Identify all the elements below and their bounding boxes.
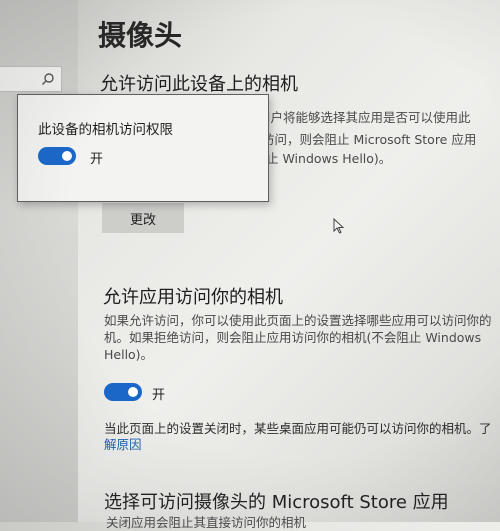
page-title: 摄像头 [98,19,183,52]
toggle-knob [128,387,138,397]
popup-title: 此设备的相机访问权限 [38,122,173,138]
app-access-toggle[interactable] [104,383,142,401]
device-access-text-line: 访问，则会阻止 Microsoft Store 应用 [262,132,477,147]
desktop-apps-notice: 当此页面上的设置关闭时，某些桌面应用可能仍可以访问你的相机。了 [104,421,492,436]
mouse-pointer-icon [333,218,345,234]
learn-why-link[interactable]: 解原因 [104,434,142,453]
change-button[interactable]: 更改 [102,203,184,233]
search-icon[interactable] [41,72,55,86]
device-access-text-line: 用户将能够选择其应用是否可以使用此 [258,110,471,125]
navigation-pane [0,0,78,522]
app-access-toggle-state: 开 [152,388,166,403]
app-access-text-line: 机。如果拒绝访问，则会阻止应用访问你的相机(不会阻止 Windows [104,330,482,345]
app-access-heading: 允许应用访问你的相机 [103,287,283,308]
toggle-knob [62,151,72,161]
app-access-text-line: Hello)。 [104,347,154,362]
store-apps-heading: 选择可访问摄像头的 Microsoft Store 应用 [104,492,449,513]
camera-access-popup: 此设备的相机访问权限 开 [17,94,269,202]
device-access-heading: 允许访问此设备上的相机 [100,74,298,95]
device-access-text-line: 止 Windows Hello)。 [266,151,392,166]
device-camera-access-toggle[interactable] [38,147,76,165]
search-input[interactable] [0,66,62,92]
device-camera-toggle-state: 开 [90,152,104,167]
